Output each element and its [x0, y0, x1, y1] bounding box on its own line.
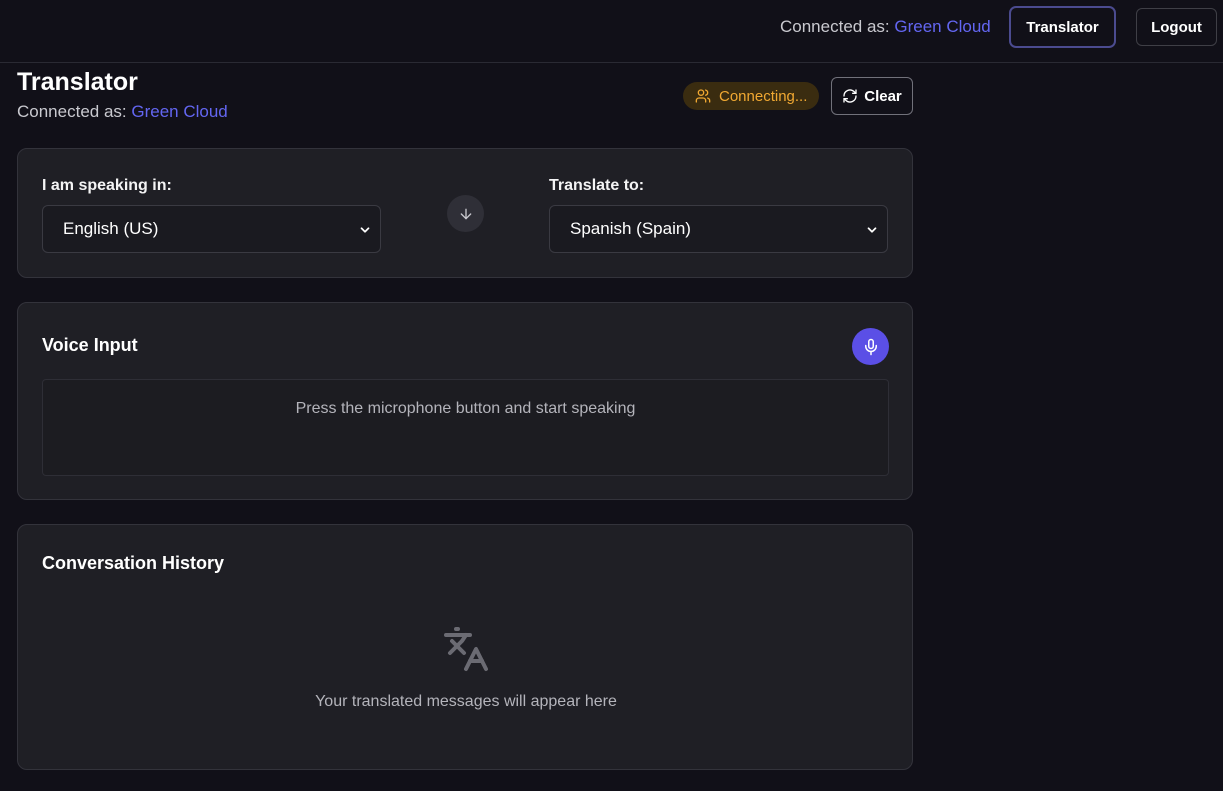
status-text: Connecting...: [719, 87, 808, 105]
status-badge: Connecting...: [683, 82, 819, 110]
target-language-label: Translate to:: [549, 177, 645, 194]
language-selection-card: I am speaking in: English (US) Translate…: [17, 148, 913, 278]
nav-translator-button[interactable]: Translator: [1009, 6, 1116, 48]
page-connected-prefix: Connected as:: [17, 102, 127, 121]
chevron-down-icon: [360, 227, 370, 233]
refresh-icon: [843, 89, 857, 103]
clear-button-label: Clear: [864, 87, 902, 105]
voice-transcript-area: Press the microphone button and start sp…: [42, 379, 889, 476]
conversation-history-title: Conversation History: [42, 553, 225, 573]
microphone-button[interactable]: [852, 328, 889, 365]
page-user-name: Green Cloud: [131, 102, 228, 121]
history-empty-text: Your translated messages will appear her…: [315, 693, 617, 710]
target-language-value: Spanish (Spain): [570, 219, 691, 238]
translate-icon: [444, 627, 488, 671]
page-connected-status: Connected as: Green Cloud: [17, 102, 228, 122]
header-user-name: Green Cloud: [894, 17, 991, 36]
swap-languages-button[interactable]: [447, 195, 484, 232]
top-nav-bar: Connected as: Green Cloud Translator Log…: [0, 0, 1223, 63]
page-title: Translator: [17, 68, 138, 96]
logout-button[interactable]: Logout: [1136, 8, 1217, 46]
header-connected-status: Connected as: Green Cloud: [780, 17, 991, 37]
conversation-history-card: Conversation History Your translated mes…: [17, 524, 913, 770]
header-connected-prefix: Connected as:: [780, 17, 890, 36]
microphone-icon: [864, 338, 877, 355]
target-language-select[interactable]: Spanish (Spain): [549, 205, 888, 253]
arrow-down-icon: [460, 208, 471, 219]
clear-button[interactable]: Clear: [831, 77, 913, 115]
source-language-select[interactable]: English (US): [42, 205, 381, 253]
voice-input-card: Voice Input Press the microphone button …: [17, 302, 913, 500]
source-language-value: English (US): [63, 219, 159, 238]
users-icon: [695, 89, 711, 103]
voice-placeholder-text: Press the microphone button and start sp…: [295, 400, 636, 417]
voice-input-title: Voice Input: [42, 335, 138, 355]
source-language-label: I am speaking in:: [42, 177, 172, 194]
chevron-down-icon: [867, 227, 877, 233]
